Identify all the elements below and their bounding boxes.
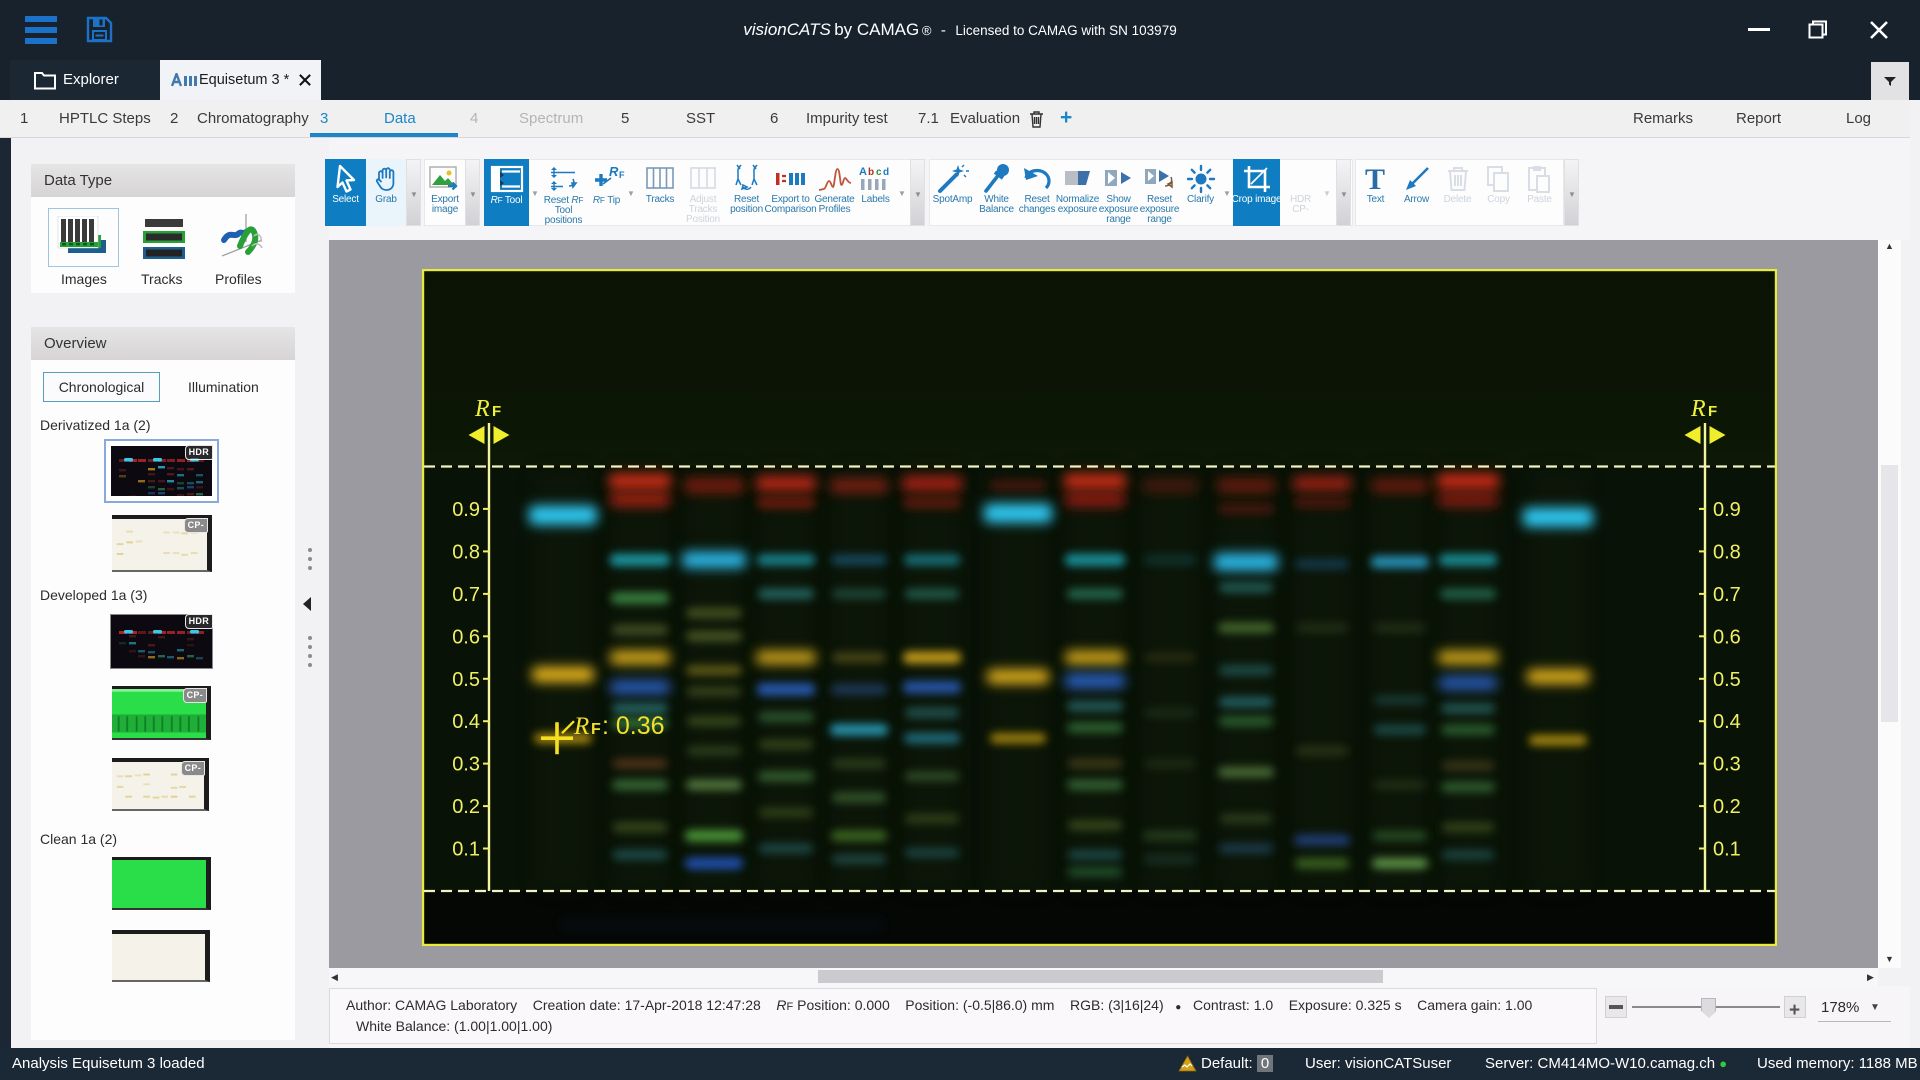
svg-text:F: F (1708, 403, 1717, 420)
svg-text:0.4: 0.4 (452, 711, 480, 733)
svg-text:R: R (573, 713, 589, 740)
svg-text:0.7: 0.7 (452, 584, 480, 606)
svg-text:0.1: 0.1 (1713, 839, 1741, 861)
svg-text:0.5: 0.5 (452, 669, 480, 691)
svg-text:F: F (591, 721, 601, 738)
svg-text:c: c (876, 167, 882, 178)
svg-text:0.3: 0.3 (1713, 754, 1741, 776)
svg-text:0.4: 0.4 (1713, 711, 1741, 733)
svg-text:0.9: 0.9 (452, 499, 480, 521)
svg-text:R: R (1690, 396, 1706, 422)
svg-text:b: b (868, 167, 874, 178)
svg-text:R: R (474, 396, 490, 422)
svg-text:0.3: 0.3 (452, 754, 480, 776)
svg-text:0.6: 0.6 (1713, 626, 1741, 648)
svg-text:0.2: 0.2 (452, 796, 480, 818)
svg-text:F: F (619, 170, 625, 180)
svg-text:d: d (883, 167, 889, 178)
svg-text:0.7: 0.7 (1713, 584, 1741, 606)
svg-text:T: T (1365, 164, 1385, 194)
svg-text:0.5: 0.5 (1713, 669, 1741, 691)
svg-text:0.8: 0.8 (1713, 541, 1741, 563)
svg-text:: 0.36: : 0.36 (602, 712, 665, 740)
svg-text:R: R (609, 164, 619, 179)
svg-text:0.9: 0.9 (1713, 499, 1741, 521)
svg-text:F: F (492, 403, 501, 420)
svg-text:A: A (859, 166, 867, 178)
svg-text:0.8: 0.8 (452, 541, 480, 563)
svg-text:0.2: 0.2 (1713, 796, 1741, 818)
svg-text:0.1: 0.1 (452, 839, 480, 861)
svg-text:0.6: 0.6 (452, 626, 480, 648)
